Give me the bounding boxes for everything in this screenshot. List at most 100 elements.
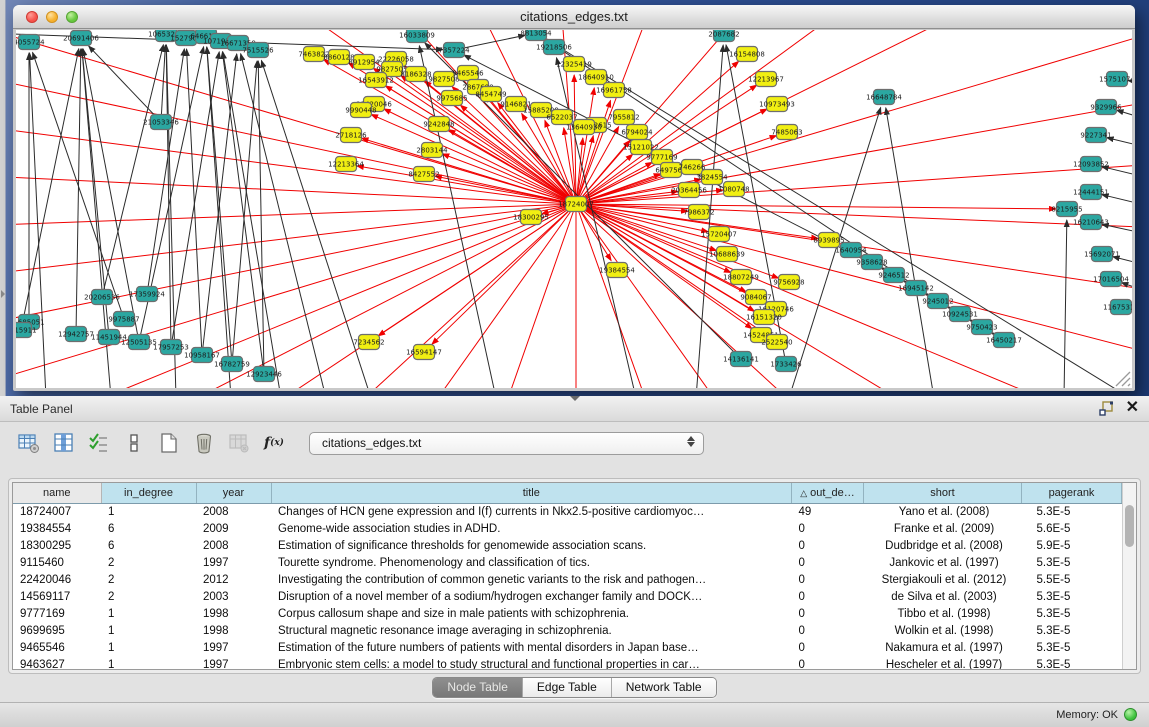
graph-node[interactable]: 9975887 (108, 312, 139, 327)
graph-edge[interactable] (1102, 167, 1132, 182)
graph-node[interactable]: 12444151 (1073, 185, 1109, 200)
table-row[interactable]: 946554611997Estimation of the future num… (13, 639, 1122, 656)
graph-node[interactable]: 15692071 (1084, 247, 1120, 262)
graph-edge[interactable] (1121, 283, 1132, 298)
graph-edge[interactable] (21, 49, 79, 330)
graph-node[interactable]: 2522540 (761, 335, 792, 350)
graph-node[interactable]: 8939895 (813, 233, 844, 248)
graph-node[interactable]: 6794024 (621, 125, 653, 140)
graph-node[interactable]: 16033809 (399, 30, 435, 43)
graph-node[interactable]: 15751074 (1099, 72, 1132, 87)
graph-node[interactable]: 7955812 (608, 110, 639, 125)
resize-grip-icon[interactable] (1116, 372, 1130, 386)
table-row[interactable]: 1872400712008Changes of HCN gene express… (13, 503, 1122, 520)
graph-node[interactable]: 8215955 (1051, 202, 1082, 217)
graph-node[interactable]: 7234562 (353, 335, 384, 350)
graph-edge[interactable] (476, 204, 576, 388)
graph-node[interactable]: 9975685 (436, 91, 467, 106)
graph-node[interactable]: 9246512 (878, 268, 909, 283)
graph-edge[interactable] (886, 108, 934, 388)
close-window-button[interactable] (26, 11, 38, 23)
splitter-grip[interactable] (570, 396, 580, 401)
graph-node[interactable]: 7986372 (683, 205, 714, 220)
graph-node[interactable]: 7485063 (771, 125, 802, 140)
graph-node[interactable]: 9245012 (922, 294, 953, 309)
graph-edge[interactable] (187, 49, 202, 355)
collapse-arrow-icon[interactable] (1, 290, 5, 298)
graph-edge[interactable] (258, 61, 264, 374)
row-options-icon[interactable] (121, 430, 147, 456)
function-builder-icon[interactable]: f(x) (261, 430, 287, 456)
graph-node[interactable]: 12942757 (58, 327, 94, 342)
graph-node[interactable]: 16154808 (729, 47, 765, 62)
graph-node[interactable]: 18300295 (513, 210, 549, 225)
side-divider[interactable] (0, 0, 6, 396)
graph-edge[interactable] (1107, 138, 1132, 152)
graph-node[interactable]: 12213364 (328, 157, 364, 172)
column-header-in-degree[interactable]: in_degree (101, 483, 196, 503)
graph-node[interactable]: 1080748 (718, 182, 749, 197)
graph-node[interactable]: 9756928 (773, 275, 804, 290)
show-columns-icon[interactable] (51, 430, 77, 456)
memory-status-icon[interactable] (1124, 708, 1137, 721)
graph-edge[interactable] (576, 204, 676, 388)
column-header-short[interactable]: short (864, 483, 1022, 503)
graph-node[interactable]: 8186328 (400, 67, 431, 82)
graph-edge[interactable] (432, 204, 576, 344)
graph-edge[interactable] (545, 39, 1132, 388)
graph-node[interactable]: 9242848 (423, 117, 454, 132)
graph-edge[interactable] (576, 30, 1006, 204)
graph-node[interactable]: 3824554 (696, 170, 728, 185)
graph-node[interactable]: 2087682 (708, 30, 739, 42)
column-header-name[interactable]: name (13, 483, 101, 503)
graph-node[interactable]: 14136141 (723, 352, 759, 367)
window-titlebar[interactable]: citations_edges.txt (13, 5, 1135, 29)
graph-node[interactable]: 16210643 (1073, 215, 1109, 230)
table-scrollbar[interactable] (1122, 483, 1136, 669)
table-row[interactable]: 911546021997Tourette syndrome. Phenomeno… (13, 554, 1122, 571)
graph-node[interactable]: 10688639 (709, 247, 745, 262)
table-row[interactable]: 2242004622012Investigating the contribut… (13, 571, 1122, 588)
graph-node[interactable]: 16450217 (986, 333, 1022, 348)
table-selector-dropdown[interactable]: citations_edges.txt (309, 432, 704, 455)
graph-node[interactable]: 10924531 (942, 307, 978, 322)
graph-node[interactable]: 9329966 (1090, 100, 1122, 115)
tab-node-table[interactable]: Node Table (433, 678, 523, 697)
graph-edge[interactable] (147, 49, 184, 294)
graph-node[interactable]: 12325419 (556, 57, 592, 72)
import-table-icon[interactable] (226, 430, 252, 456)
minimize-window-button[interactable] (46, 11, 58, 23)
tab-network-table[interactable]: Network Table (612, 678, 716, 697)
column-header-title[interactable]: title (271, 483, 792, 503)
graph-node[interactable]: 8912954 (348, 55, 380, 70)
graph-node[interactable]: 6522037 (546, 110, 577, 125)
graph-edge[interactable] (171, 52, 219, 347)
graph-edge[interactable] (1064, 220, 1067, 388)
graph-edge[interactable] (33, 52, 124, 319)
graph-node[interactable]: 9227341 (1080, 128, 1111, 143)
graph-edge[interactable] (1117, 110, 1132, 125)
graph-node[interactable]: 9358628 (856, 255, 887, 270)
graph-edge[interactable] (16, 50, 576, 204)
graph-node[interactable]: 9465546 (452, 66, 484, 81)
table-row[interactable]: 977716911998Corpus callosum shape and si… (13, 605, 1122, 622)
table-row[interactable]: 1830029562008Estimation of significance … (13, 537, 1122, 554)
graph-node[interactable]: 16945142 (898, 281, 934, 296)
select-columns-icon[interactable] (86, 430, 112, 456)
table-mode-icon[interactable] (16, 430, 42, 456)
tab-edge-table[interactable]: Edge Table (523, 678, 612, 697)
network-view-window[interactable]: citations_edges.txt 40557242069140610653… (13, 5, 1135, 391)
graph-node[interactable]: 20691406 (63, 31, 99, 46)
graph-edge[interactable] (223, 52, 281, 388)
graph-edge[interactable] (161, 45, 165, 122)
graph-node[interactable]: 15720407 (701, 227, 737, 242)
graph-node[interactable]: 7515526 (242, 43, 274, 58)
graph-node[interactable]: 17016504 (1093, 272, 1129, 287)
graph-node[interactable]: 11675311 (1103, 300, 1132, 315)
graph-edge[interactable] (1113, 257, 1132, 270)
graph-node[interactable]: 9990448 (345, 103, 376, 118)
graph-edge[interactable] (102, 45, 163, 297)
graph-node[interactable]: 10973493 (759, 97, 795, 112)
column-header-out-de-[interactable]: △out_de… (792, 483, 864, 503)
close-panel-icon[interactable]: ✕ (1126, 400, 1139, 416)
